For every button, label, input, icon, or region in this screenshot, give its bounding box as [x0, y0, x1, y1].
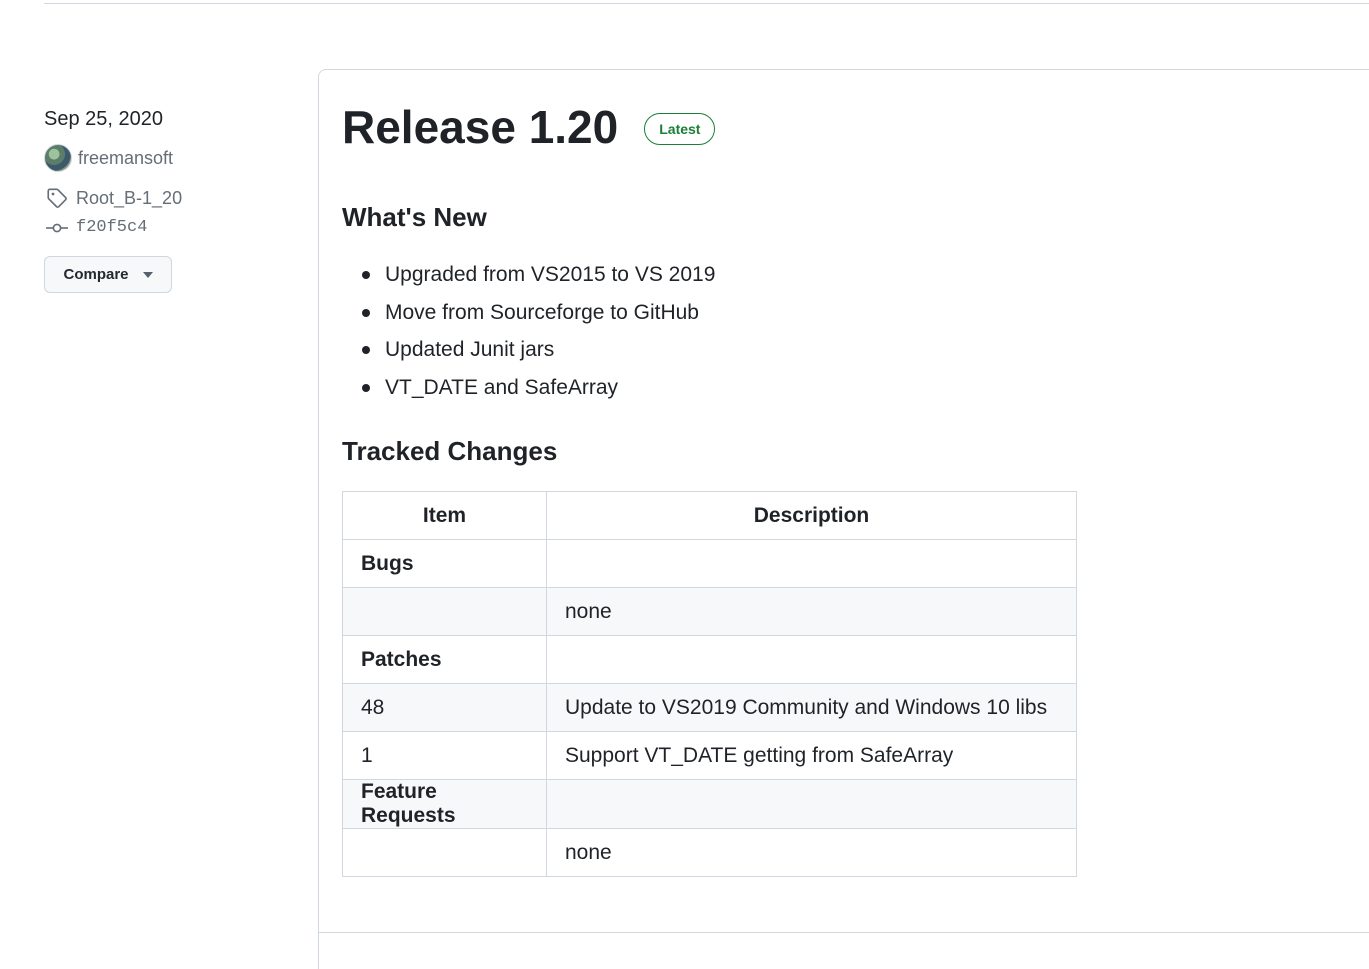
table-row: none: [342, 828, 1077, 877]
table-row: Patches: [342, 635, 1077, 684]
column-header-item: Item: [342, 491, 547, 540]
list-item: Move from Sourceforge to GitHub: [342, 294, 715, 332]
table-row: Bugs: [342, 539, 1077, 588]
top-divider: [44, 3, 1369, 4]
table-header-row: Item Description: [342, 491, 1077, 540]
table-cell-description: Update to VS2019 Community and Windows 1…: [546, 683, 1077, 732]
release-sidebar: Sep 25, 2020 freemansoft Root_B-1_20 f20…: [44, 104, 304, 293]
list-item: VT_DATE and SafeArray: [342, 369, 715, 407]
author-name[interactable]: freemansoft: [78, 144, 173, 172]
tag-icon: [44, 188, 70, 208]
triangle-down-icon: [142, 271, 153, 278]
tag-name[interactable]: Root_B-1_20: [76, 184, 182, 212]
list-item: Updated Junit jars: [342, 331, 715, 369]
compare-button[interactable]: Compare: [44, 256, 172, 293]
table-cell-description: none: [546, 587, 1077, 636]
table-cell-item: Patches: [342, 635, 547, 684]
table-cell-description: [546, 539, 1077, 588]
table-cell-item: Bugs: [342, 539, 547, 588]
author-link[interactable]: freemansoft: [44, 144, 304, 172]
commit-sha[interactable]: f20f5c4: [76, 214, 147, 242]
table-row: Feature Requests: [342, 779, 1077, 829]
table-cell-item: [342, 828, 547, 877]
table-cell-description: Support VT_DATE getting from SafeArray: [546, 731, 1077, 780]
avatar[interactable]: [44, 144, 72, 172]
table-cell-item: 48: [342, 683, 547, 732]
tag-link[interactable]: Root_B-1_20: [44, 184, 304, 212]
compare-label: Compare: [63, 266, 129, 283]
tracked-changes-table: Item Description Bugs none Patches 48 Up…: [342, 491, 1077, 877]
table-row: 48 Update to VS2019 Community and Window…: [342, 683, 1077, 732]
whats-new-heading: What's New: [342, 202, 487, 232]
table-cell-description: [546, 779, 1077, 829]
table-cell-description: none: [546, 828, 1077, 877]
git-commit-icon: [44, 221, 70, 235]
column-header-description: Description: [546, 491, 1077, 540]
commit-link[interactable]: f20f5c4: [44, 214, 304, 242]
release-title[interactable]: Release 1.20: [342, 100, 618, 154]
list-item: Upgraded from VS2015 to VS 2019: [342, 256, 715, 294]
whats-new-list: Upgraded from VS2015 to VS 2019 Move fro…: [342, 256, 715, 406]
table-cell-description: [546, 635, 1077, 684]
release-date: Sep 25, 2020: [44, 108, 163, 130]
table-cell-item: [342, 587, 547, 636]
tracked-changes-heading: Tracked Changes: [342, 436, 558, 466]
table-row: none: [342, 587, 1077, 636]
release-header: Release 1.20 Latest: [342, 100, 716, 154]
card-footer-divider: [319, 932, 1369, 933]
table-row: 1 Support VT_DATE getting from SafeArray: [342, 731, 1077, 780]
latest-badge: Latest: [644, 113, 716, 145]
table-cell-item: Feature Requests: [342, 779, 547, 829]
table-cell-item: 1: [342, 731, 547, 780]
release-card: Release 1.20 Latest What's New Upgraded …: [318, 69, 1369, 969]
